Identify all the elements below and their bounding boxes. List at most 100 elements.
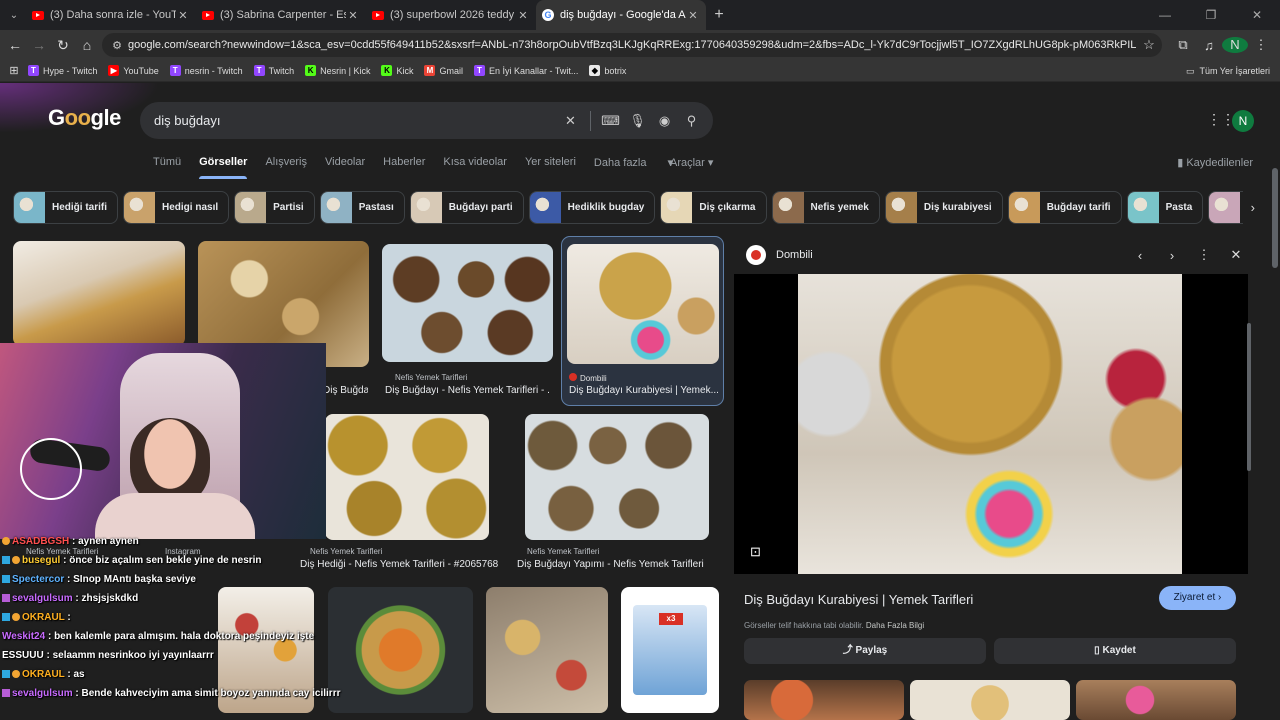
- close-icon[interactable]: ✕: [176, 9, 190, 22]
- close-window-icon[interactable]: ✕: [1234, 8, 1280, 22]
- tab-images[interactable]: Görseller: [199, 156, 248, 179]
- profile-avatar[interactable]: N: [1222, 37, 1248, 53]
- browser-tab[interactable]: (3) Daha sonra izle - YouTube ✕: [26, 0, 196, 30]
- tab-more[interactable]: Daha fazla ▾: [594, 156, 673, 169]
- bookmark-item[interactable]: T Hype - Twitch: [28, 65, 97, 76]
- preview-image[interactable]: [798, 274, 1182, 574]
- chevron-left-icon[interactable]: ‹: [1124, 248, 1156, 263]
- moderator-badge-icon: [2, 670, 10, 678]
- all-bookmarks[interactable]: ▭ Tüm Yer İşaretleri: [1186, 60, 1270, 82]
- bookmark-item[interactable]: ▶ YouTube: [108, 65, 159, 76]
- search-icon[interactable]: ⚲: [678, 113, 705, 129]
- image-result[interactable]: x3: [621, 587, 719, 713]
- bookmark-item[interactable]: T En İyi Kanallar - Twit...: [474, 65, 578, 76]
- tab-search-button[interactable]: ⌄: [2, 4, 26, 26]
- related-chip[interactable]: Hedigi nasıl: [123, 191, 230, 224]
- related-image[interactable]: [910, 680, 1070, 720]
- lens-icon[interactable]: ◉: [651, 113, 678, 129]
- related-chip[interactable]: Diş çıkarma: [660, 191, 767, 224]
- related-chip[interactable]: Buğdayı: [1208, 191, 1243, 224]
- related-chip[interactable]: Diş kurabiyesi: [884, 191, 1003, 224]
- tab-news[interactable]: Haberler: [383, 156, 425, 169]
- close-icon[interactable]: ✕: [1220, 247, 1252, 263]
- image-result[interactable]: [567, 244, 719, 364]
- forward-icon[interactable]: →: [27, 37, 51, 53]
- search-input[interactable]: [140, 113, 557, 128]
- close-icon[interactable]: ✕: [686, 9, 700, 22]
- tab-shopping[interactable]: Alışveriş: [265, 156, 307, 169]
- browser-tab[interactable]: (3) superbowl 2026 teddy swims ✕: [366, 0, 536, 30]
- related-chip[interactable]: Hediği tarifi: [13, 191, 119, 224]
- tab-title: diş buğdayı - Google'da Ara: [560, 9, 686, 21]
- share-button[interactable]: ⤴ Paylaş: [744, 638, 986, 664]
- tab-short-videos[interactable]: Kısa videolar: [443, 156, 507, 169]
- related-chip[interactable]: Pasta: [1126, 191, 1204, 224]
- image-result[interactable]: [382, 244, 553, 362]
- url-text[interactable]: google.com/search?newwindow=1&sca_esv=0c…: [128, 39, 1136, 51]
- bookmark-item[interactable]: T Twitch: [253, 65, 294, 76]
- reload-icon[interactable]: ↻: [51, 37, 75, 54]
- close-icon[interactable]: ✕: [516, 9, 530, 22]
- related-chip[interactable]: Buğdayı tarifi: [1007, 191, 1122, 224]
- panel-title[interactable]: Diş Buğdayı Kurabiyesi | Yemek Tarifleri: [744, 592, 973, 607]
- google-logo[interactable]: Google: [48, 105, 121, 131]
- extensions-icon[interactable]: ⧉: [1170, 37, 1196, 53]
- image-result[interactable]: [325, 414, 489, 540]
- clear-icon[interactable]: ✕: [557, 113, 584, 129]
- related-chip[interactable]: Partisi: [234, 191, 315, 224]
- bookmark-star-icon[interactable]: ☆: [1136, 37, 1162, 53]
- lens-search-icon[interactable]: ⊡: [750, 544, 761, 560]
- account-avatar[interactable]: N: [1232, 110, 1254, 132]
- related-chip[interactable]: Nefis yemek: [771, 191, 880, 224]
- chevron-right-icon[interactable]: ›: [1156, 248, 1188, 263]
- apps-grid-icon[interactable]: ⊞: [0, 64, 28, 77]
- image-result[interactable]: [525, 414, 709, 540]
- bookmark-item[interactable]: Tnesrin - Twitch: [169, 65, 243, 76]
- result-source: Dombili: [569, 373, 607, 383]
- visit-button[interactable]: Ziyaret et ›: [1159, 586, 1236, 610]
- menu-icon[interactable]: ⋮: [1248, 37, 1274, 53]
- image-result[interactable]: [13, 241, 185, 346]
- microphone-icon[interactable]: 🎙: [624, 113, 651, 129]
- save-button[interactable]: ▯ Kaydet: [994, 638, 1236, 664]
- browser-tab[interactable]: (3) Sabrina Carpenter - Espresso ✕: [196, 0, 366, 30]
- bookmark-item[interactable]: ◆ botrix: [589, 65, 626, 76]
- related-image[interactable]: [1076, 680, 1236, 720]
- browser-tab-active[interactable]: G diş buğdayı - Google'da Ara ✕: [536, 0, 706, 30]
- bookmark-item[interactable]: M Gmail: [424, 65, 463, 76]
- media-icon[interactable]: ♫: [1196, 38, 1222, 53]
- new-tab-button[interactable]: +: [706, 6, 732, 24]
- chat-text: önce biz açalım sen bekle yine de nesrin: [69, 555, 262, 566]
- result-title[interactable]: Diş Buğdayı - Nefis Yemek Tarifleri - ..…: [385, 385, 550, 396]
- tab-all[interactable]: Tümü: [153, 156, 181, 169]
- more-options-icon[interactable]: ⋮: [1188, 247, 1220, 263]
- close-icon[interactable]: ✕: [346, 9, 360, 22]
- related-image[interactable]: [744, 680, 904, 720]
- back-icon[interactable]: ←: [3, 37, 27, 53]
- bookmark-item[interactable]: K Kick: [381, 65, 413, 76]
- home-icon[interactable]: ⌂: [75, 37, 99, 53]
- site-info-icon[interactable]: ⚙: [106, 39, 128, 52]
- related-chip[interactable]: Buğdayı parti: [409, 191, 524, 224]
- address-bar[interactable]: ⚙ google.com/search?newwindow=1&sca_esv=…: [102, 33, 1162, 57]
- tab-sites[interactable]: Yer siteleri: [525, 156, 576, 169]
- panel-scrollbar[interactable]: [1247, 323, 1251, 471]
- tools-button[interactable]: Araçlar ▾: [670, 156, 713, 169]
- page-scrollbar[interactable]: [1272, 168, 1278, 268]
- related-chip[interactable]: Pastası: [319, 191, 405, 224]
- result-title[interactable]: Diş Buğdayı Yapımı - Nefis Yemek Tarifle…: [517, 559, 717, 570]
- panel-source[interactable]: Dombili: [776, 249, 1124, 261]
- minimize-icon[interactable]: —: [1142, 8, 1188, 22]
- bookmark-item[interactable]: K Nesrin | Kick: [305, 65, 370, 76]
- restore-icon[interactable]: ❐: [1188, 8, 1234, 22]
- learn-more-link[interactable]: Daha Fazla Bilgi: [866, 621, 924, 630]
- tab-videos[interactable]: Videolar: [325, 156, 365, 169]
- result-title[interactable]: Diş Buğdayı Kurabiyesi | Yemek...: [569, 385, 719, 396]
- related-chip[interactable]: Hediklik bugday: [528, 191, 656, 224]
- result-title[interactable]: Diş Buğdayı - Nefis Yemek T...: [323, 385, 368, 396]
- chevron-right-icon[interactable]: ›: [1251, 200, 1255, 215]
- image-result[interactable]: [486, 587, 608, 713]
- saved-button[interactable]: ▮ Kaydedilenler: [1177, 156, 1253, 169]
- image-result[interactable]: [328, 587, 473, 713]
- keyboard-icon[interactable]: ⌨: [597, 113, 624, 129]
